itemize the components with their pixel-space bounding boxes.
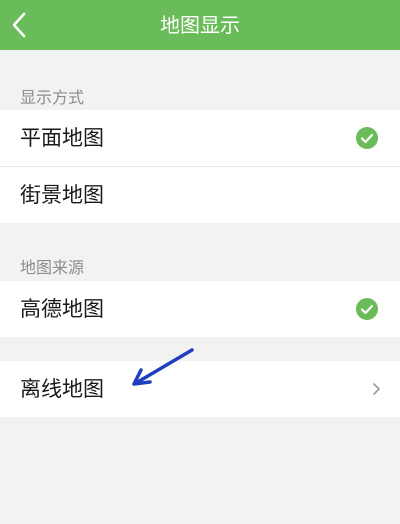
section-label-map-source: 地图来源 [20,258,85,277]
page-title: 地图显示 [160,13,240,37]
annotation-arrow-icon [132,348,194,386]
chevron-right-icon [373,383,380,395]
option-label: 平面地图 [20,126,104,150]
option-street-view-map[interactable]: 街景地图 [0,167,400,223]
option-label: 街景地图 [20,183,104,207]
app-header: 地图显示 [0,0,400,50]
option-flat-map[interactable]: 平面地图 [0,110,400,166]
offline-map-label: 离线地图 [20,377,104,401]
check-circle-icon [356,298,378,320]
chevron-left-icon [12,12,26,38]
option-label: 高德地图 [20,297,104,321]
section-label-display-mode: 显示方式 [20,88,85,107]
option-amap[interactable]: 高德地图 [0,281,400,337]
back-button[interactable] [0,0,40,50]
check-circle-icon [356,127,378,149]
offline-map-row[interactable]: 离线地图 [0,361,400,417]
